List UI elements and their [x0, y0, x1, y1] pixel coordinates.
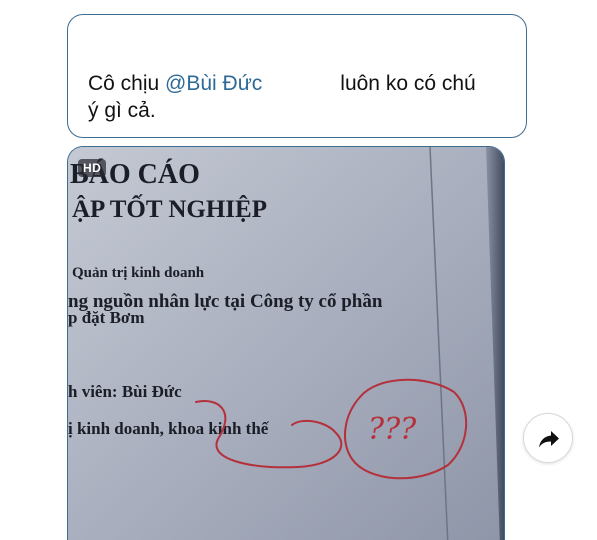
message-line-2: ý gì cả. [88, 99, 156, 122]
message-text: Cô chịu @Bùi Đức luôn ko có chú ý gì cả. [88, 70, 518, 124]
hd-badge: HD [78, 159, 107, 177]
photo-message[interactable]: BÁO CÁO ẬP TỐT NGHIỆP Quản trị kinh doan… [67, 146, 505, 540]
share-arrow-icon [539, 431, 559, 448]
doc-major: Quản trị kinh doanh [72, 265, 205, 281]
doc-student: h viên: Bùi Đức [68, 382, 182, 401]
document-photo: BÁO CÁO ẬP TỐT NGHIỆP Quản trị kinh doan… [68, 147, 504, 540]
doc-topic-2: p đặt Bơm [68, 308, 144, 327]
chat-view: Cô chịu @Bùi Đức luôn ko có chú ý gì cả. [0, 0, 597, 540]
doc-title-2: ẬP TỐT NGHIỆP [72, 194, 267, 223]
message-bubble[interactable]: Cô chịu @Bùi Đức luôn ko có chú ý gì cả. [67, 14, 527, 138]
message-line-1: Cô chịu @Bùi Đức luôn ko có chú [88, 70, 518, 97]
message-text-before-mention: Cô chịu [88, 72, 166, 95]
user-mention-link[interactable]: @Bùi Đức [165, 72, 262, 95]
message-text-after-mention: luôn ko có chú [340, 72, 476, 95]
share-button[interactable] [523, 413, 573, 463]
doc-class: ị kinh doanh, khoa kinh thế [68, 419, 270, 438]
red-question-marks: ??? [368, 412, 417, 447]
